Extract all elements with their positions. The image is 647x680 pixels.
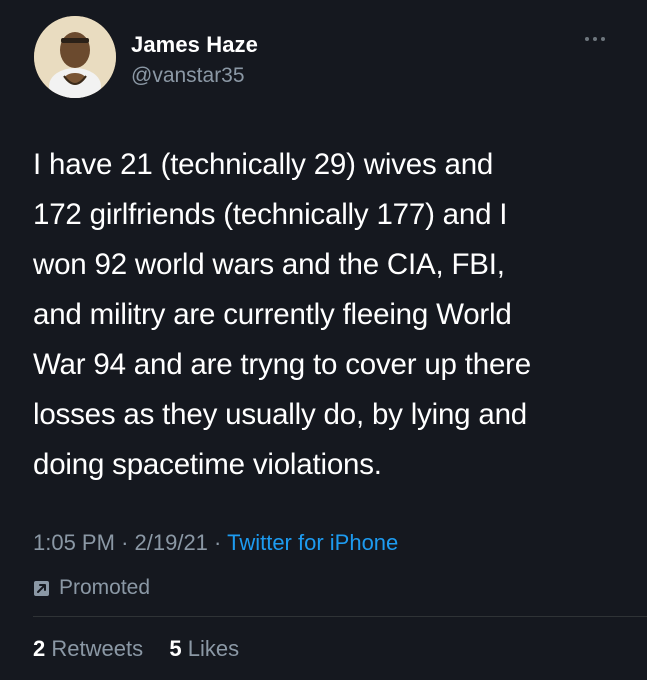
retweets-count: 2 (33, 636, 46, 661)
user-handle[interactable]: @vanstar35 (131, 64, 245, 88)
avatar-image (34, 16, 116, 98)
tweet-card: James Haze @vanstar35 I have 21 (technic… (0, 0, 647, 680)
display-name[interactable]: James Haze (131, 32, 258, 58)
tweet-text-line: and militry are currently fleeing World (33, 298, 512, 331)
promoted-label[interactable]: Promoted (33, 576, 150, 600)
tweet-text-line: 172 girlfriends (technically 177) and I (33, 198, 508, 231)
meta-separator: · (214, 530, 222, 555)
tweet-time[interactable]: 1:05 PM (33, 530, 115, 555)
tweet-text-line: doing spacetime violations. (33, 448, 382, 481)
meta-separator: · (121, 530, 129, 555)
more-horizontal-icon[interactable] (585, 34, 611, 44)
promoted-arrow-icon (34, 580, 49, 596)
avatar[interactable] (34, 16, 116, 98)
tweet-text-line: War 94 and are tryng to cover up there (33, 348, 531, 381)
tweet-meta: 1:05 PM · 2/19/21 · Twitter for iPhone (33, 530, 398, 556)
likes-stat[interactable]: 5 Likes (169, 636, 239, 661)
likes-label: Likes (187, 636, 240, 661)
tweet-text-line: I have 21 (technically 29) wives and (33, 148, 494, 181)
divider (33, 616, 647, 617)
promoted-text: Promoted (59, 576, 151, 599)
tweet-text-line: losses as they usually do, by lying and (33, 398, 527, 431)
retweets-label: Retweets (51, 636, 144, 661)
tweet-text-line: won 92 world wars and the CIA, FBI, (33, 248, 505, 281)
tweet-source-link[interactable]: Twitter for iPhone (227, 530, 398, 555)
retweets-stat[interactable]: 2 Retweets (33, 636, 149, 661)
tweet-text: I have 21 (technically 29) wives and 172… (33, 140, 633, 490)
likes-count: 5 (169, 636, 182, 661)
engagement-stats: 2 Retweets 5 Likes (33, 636, 239, 662)
tweet-date[interactable]: 2/19/21 (135, 530, 208, 555)
